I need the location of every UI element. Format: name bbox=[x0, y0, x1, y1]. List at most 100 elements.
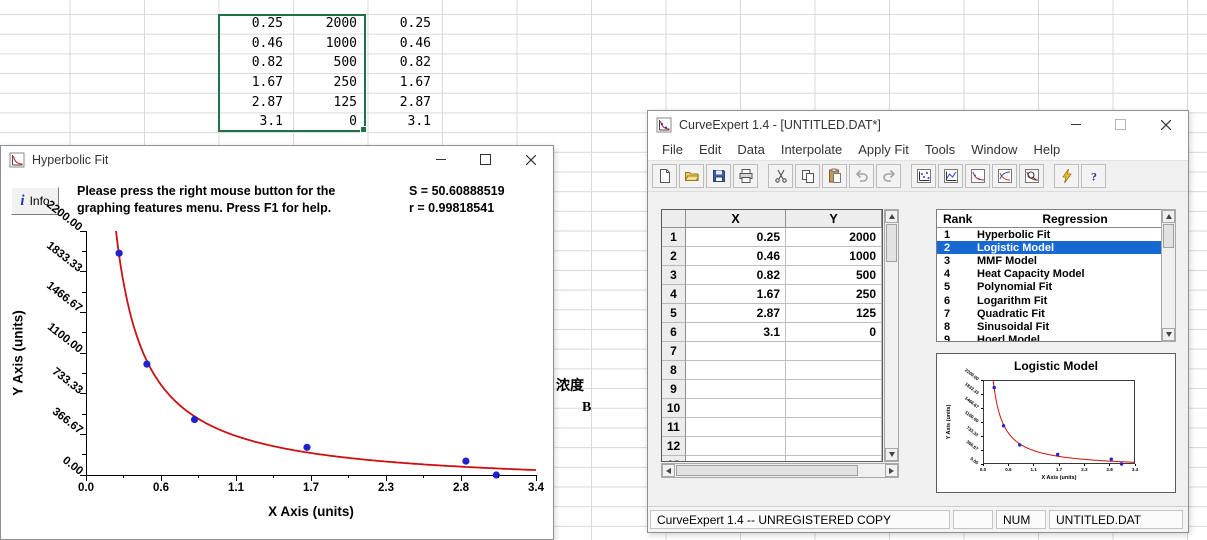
grid-horizontal-scrollbar[interactable] bbox=[661, 463, 899, 478]
row-number[interactable]: 3 bbox=[662, 266, 686, 285]
grid-cell[interactable]: 500 bbox=[786, 266, 882, 285]
grid-cell[interactable] bbox=[686, 342, 786, 361]
grid-cell[interactable] bbox=[786, 399, 882, 418]
scroll-down-button[interactable] bbox=[1162, 328, 1175, 341]
menu-help[interactable]: Help bbox=[1025, 139, 1068, 160]
scrollbar-thumb[interactable] bbox=[676, 465, 858, 476]
row-number[interactable]: 12 bbox=[662, 437, 686, 456]
print-button[interactable] bbox=[733, 164, 758, 188]
fit-window-titlebar[interactable]: Hyperbolic Fit bbox=[1, 146, 553, 173]
menu-apply-fit[interactable]: Apply Fit bbox=[850, 139, 917, 160]
scatter-plot-button[interactable] bbox=[911, 164, 936, 188]
paste-button[interactable] bbox=[822, 164, 847, 188]
grid-cell[interactable] bbox=[786, 361, 882, 380]
grid-cell[interactable]: 1.67 bbox=[686, 285, 786, 304]
menu-interpolate[interactable]: Interpolate bbox=[773, 139, 850, 160]
row-number[interactable]: 8 bbox=[662, 361, 686, 380]
row-number[interactable]: 13 bbox=[662, 456, 686, 462]
help-button[interactable]: ? bbox=[1081, 164, 1106, 188]
selection-border[interactable] bbox=[218, 14, 366, 132]
grid-cell[interactable]: 125 bbox=[786, 304, 882, 323]
grid-cell[interactable] bbox=[686, 380, 786, 399]
grid-cell[interactable] bbox=[786, 380, 882, 399]
scroll-left-button[interactable] bbox=[662, 464, 675, 477]
multi-plot-button[interactable] bbox=[992, 164, 1017, 188]
menu-tools[interactable]: Tools bbox=[917, 139, 963, 160]
rank-item-selected[interactable]: 2Logistic Model bbox=[937, 241, 1175, 254]
close-button[interactable] bbox=[1143, 111, 1188, 138]
grid-header-y[interactable]: Y bbox=[786, 210, 882, 228]
row-number[interactable]: 5 bbox=[662, 304, 686, 323]
grid-cell[interactable]: 0 bbox=[786, 323, 882, 342]
cell[interactable]: 3.1 bbox=[367, 112, 440, 132]
maximize-button[interactable] bbox=[1098, 111, 1143, 138]
scroll-right-button[interactable] bbox=[885, 464, 898, 477]
rank-list-scrollbar[interactable] bbox=[1161, 209, 1176, 342]
minimize-button[interactable] bbox=[1053, 111, 1098, 138]
grid-cell[interactable] bbox=[786, 437, 882, 456]
rank-item[interactable]: 1Hyperbolic Fit bbox=[937, 228, 1175, 241]
grid-cell[interactable]: 1000 bbox=[786, 247, 882, 266]
copy-button[interactable] bbox=[795, 164, 820, 188]
grid-cell[interactable]: 250 bbox=[786, 285, 882, 304]
row-number[interactable]: 9 bbox=[662, 380, 686, 399]
scroll-up-button[interactable] bbox=[1162, 210, 1175, 223]
grid-cell[interactable]: 0.46 bbox=[686, 247, 786, 266]
row-number[interactable]: 7 bbox=[662, 342, 686, 361]
maximize-button[interactable] bbox=[463, 146, 508, 173]
minimize-button[interactable] bbox=[418, 146, 463, 173]
row-number[interactable]: 6 bbox=[662, 323, 686, 342]
grid-cell[interactable]: 2.87 bbox=[686, 304, 786, 323]
cell[interactable]: 0.25 bbox=[367, 14, 440, 34]
cell[interactable]: 2.87 bbox=[367, 93, 440, 113]
save-button[interactable] bbox=[706, 164, 731, 188]
rank-item[interactable]: 6Logarithm Fit bbox=[937, 294, 1175, 307]
new-document-button[interactable] bbox=[652, 164, 677, 188]
scroll-up-button[interactable] bbox=[885, 210, 898, 223]
grid-header-x[interactable]: X bbox=[686, 210, 786, 228]
open-file-button[interactable] bbox=[679, 164, 704, 188]
row-number[interactable]: 11 bbox=[662, 418, 686, 437]
row-number[interactable]: 2 bbox=[662, 247, 686, 266]
info-button[interactable]: i Info bbox=[11, 187, 59, 215]
rank-item[interactable]: 7Quadratic Fit bbox=[937, 307, 1175, 320]
line-plot-button[interactable] bbox=[938, 164, 963, 188]
row-number[interactable]: 1 bbox=[662, 228, 686, 247]
menu-edit[interactable]: Edit bbox=[691, 139, 729, 160]
fit-chart[interactable] bbox=[86, 231, 536, 475]
scroll-down-button[interactable] bbox=[885, 448, 898, 461]
grid-cell[interactable]: 0.82 bbox=[686, 266, 786, 285]
rank-item[interactable]: 8Sinusoidal Fit bbox=[937, 320, 1175, 333]
selection-fill-handle[interactable] bbox=[360, 126, 367, 133]
curveexpert-titlebar[interactable]: CurveExpert 1.4 - [UNTITLED.DAT*] bbox=[648, 111, 1188, 138]
grid-cell[interactable]: 2000 bbox=[786, 228, 882, 247]
fit-preview-panel[interactable]: Logistic Model 0.00366.67733.331100.0014… bbox=[936, 353, 1176, 493]
grid-cell[interactable] bbox=[686, 418, 786, 437]
grid-cell[interactable] bbox=[786, 342, 882, 361]
grid-cell[interactable]: 3.1 bbox=[686, 323, 786, 342]
redo-button[interactable] bbox=[876, 164, 901, 188]
rank-item[interactable]: 9Hoerl Model bbox=[937, 334, 1175, 343]
rank-item[interactable]: 5Polynomial Fit bbox=[937, 281, 1175, 294]
cell[interactable]: 1.67 bbox=[367, 73, 440, 93]
grid-cell[interactable] bbox=[786, 418, 882, 437]
grid-cell[interactable] bbox=[786, 456, 882, 462]
close-button[interactable] bbox=[508, 146, 553, 173]
menu-file[interactable]: File bbox=[654, 139, 691, 160]
rank-item[interactable]: 3MMF Model bbox=[937, 254, 1175, 267]
rank-item[interactable]: 4Heat Capacity Model bbox=[937, 268, 1175, 281]
undo-button[interactable] bbox=[849, 164, 874, 188]
menu-window[interactable]: Window bbox=[963, 139, 1025, 160]
apply-fit-button[interactable] bbox=[1054, 164, 1079, 188]
grid-cell[interactable] bbox=[686, 399, 786, 418]
cut-button[interactable] bbox=[768, 164, 793, 188]
grid-cell[interactable] bbox=[686, 361, 786, 380]
grid-vertical-scrollbar[interactable] bbox=[884, 209, 899, 462]
grid-cell[interactable] bbox=[686, 456, 786, 462]
cell[interactable]: 0.46 bbox=[367, 34, 440, 54]
menu-data[interactable]: Data bbox=[729, 139, 772, 160]
row-number[interactable]: 10 bbox=[662, 399, 686, 418]
curve-fit-plot-button[interactable] bbox=[965, 164, 990, 188]
grid-cell[interactable] bbox=[686, 437, 786, 456]
grid-cell[interactable]: 0.25 bbox=[686, 228, 786, 247]
